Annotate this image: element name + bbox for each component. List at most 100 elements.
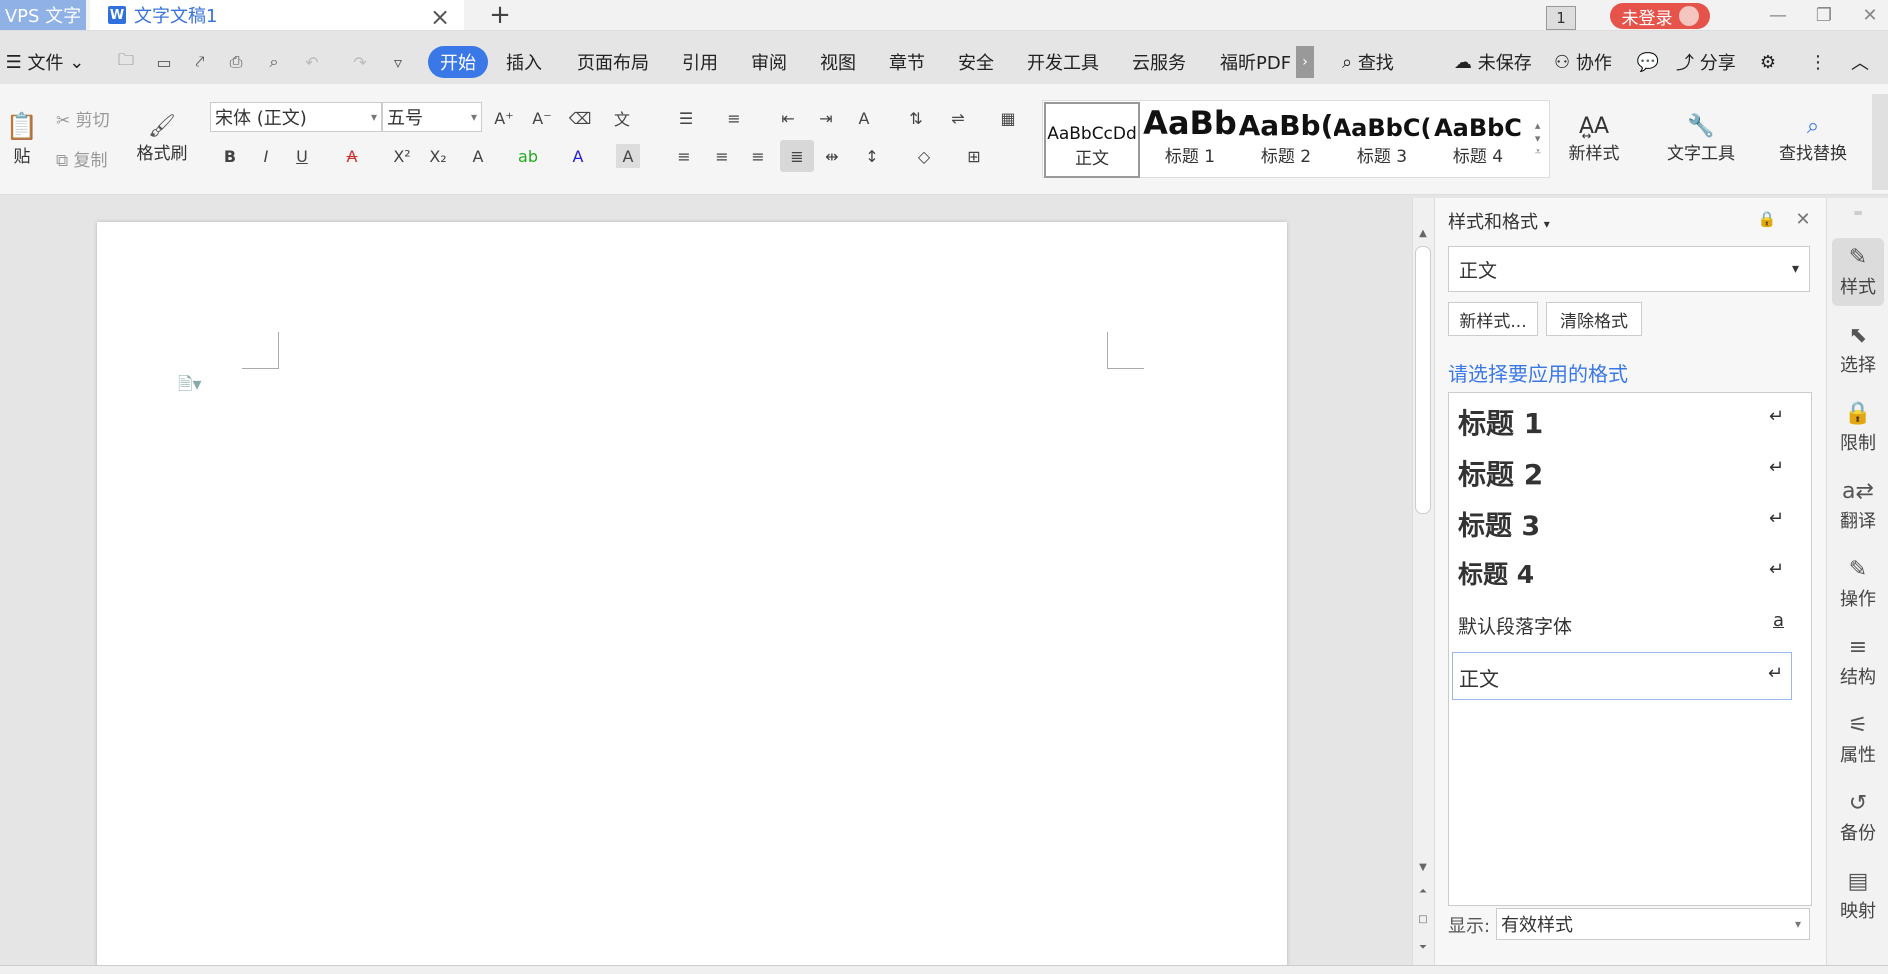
rail-item-properties[interactable]: ⚟ 属性 — [1832, 706, 1884, 774]
tab-app[interactable]: VPS 文字 — [0, 0, 86, 30]
bullet-list-icon[interactable]: ☰ — [674, 106, 698, 130]
tab-foxit-pdf[interactable]: 福昕PDF — [1220, 44, 1291, 80]
underline-icon[interactable]: U — [290, 144, 314, 168]
tab-developer[interactable]: 开发工具 — [1027, 44, 1099, 80]
increase-indent-icon[interactable]: ⇥ — [814, 106, 838, 130]
paragraph-marks-icon[interactable]: ⇌ — [946, 106, 970, 130]
tab-cloud[interactable]: 云服务 — [1132, 44, 1186, 80]
scroll-up-icon[interactable]: ▲ — [1414, 226, 1432, 240]
next-page-icon[interactable]: ⏷ — [1414, 940, 1432, 954]
panel-title[interactable]: 样式和格式 ▾ — [1448, 208, 1550, 234]
ribbon-scroll-right[interactable] — [1872, 94, 1888, 190]
restore-icon[interactable]: ❐ — [1804, 0, 1844, 30]
tab-page-layout[interactable]: 页面布局 — [577, 44, 649, 80]
phonetic-icon[interactable]: 文 — [610, 106, 634, 130]
find-replace-button[interactable]: ⌕ 查找替换 — [1768, 104, 1858, 174]
gallery-style-h4[interactable]: AaBbC 标题 4 — [1430, 102, 1526, 178]
shrink-font-icon[interactable]: A⁻ — [530, 106, 554, 130]
new-style-button[interactable]: A͍A 新样式 — [1554, 104, 1634, 174]
select-browse-icon[interactable]: □ — [1414, 912, 1432, 926]
lock-panel-icon[interactable]: 🔒 — [1756, 208, 1778, 230]
list-item[interactable]: 标题 2 ↵ — [1452, 447, 1792, 495]
rail-item-structure[interactable]: ≡ 结构 — [1832, 628, 1884, 696]
rail-item-operate[interactable]: ✎ 操作 — [1832, 550, 1884, 618]
open-icon[interactable]: 🗀 — [116, 50, 136, 72]
cut-button[interactable]: ✂ 剪切 — [56, 106, 110, 131]
menu-scroll-right-icon[interactable]: › — [1296, 46, 1314, 78]
search-menu[interactable]: ⌕ 查找 — [1342, 44, 1394, 80]
rail-grip-icon[interactable]: ═ — [1844, 206, 1872, 220]
table-border-icon[interactable]: ▦ — [996, 106, 1020, 130]
highlight-icon[interactable]: ab — [516, 144, 540, 168]
close-window-icon[interactable]: ✕ — [1850, 0, 1888, 30]
copy-button[interactable]: ⧉ 复制 — [56, 146, 108, 171]
rail-item-select[interactable]: ⬉ 选择 — [1832, 316, 1884, 384]
gallery-style-h1[interactable]: AaBb 标题 1 — [1142, 102, 1238, 178]
tab-document[interactable]: W 文字文稿1 × — [90, 0, 464, 31]
eraser-icon[interactable]: ⌫ — [568, 106, 592, 130]
rail-item-backup[interactable]: ↺ 备份 — [1832, 784, 1884, 852]
distribute-icon[interactable]: ⇹ — [820, 144, 844, 168]
gear-icon[interactable]: ⚙ — [1756, 44, 1780, 80]
scrollbar-thumb[interactable] — [1415, 246, 1431, 514]
align-center-icon[interactable]: ≡ — [710, 144, 734, 168]
bold-icon[interactable]: B — [218, 144, 242, 168]
font-color-icon[interactable]: A — [566, 144, 590, 168]
decrease-indent-icon[interactable]: ⇤ — [776, 106, 800, 130]
new-style-panel-button[interactable]: 新样式... — [1448, 302, 1538, 336]
tab-insert[interactable]: 插入 — [506, 44, 542, 80]
numbered-list-icon[interactable]: ≡ — [722, 106, 746, 130]
align-right-icon[interactable]: ≡ — [746, 144, 770, 168]
clear-format-button[interactable]: 清除格式 — [1546, 302, 1642, 336]
text-tools-button[interactable]: 🔧 文字工具 — [1656, 104, 1746, 174]
char-spacing-icon[interactable]: A — [852, 106, 876, 130]
text-effect-icon[interactable]: A — [466, 144, 490, 168]
align-left-icon[interactable]: ≡ — [672, 144, 696, 168]
comment-icon[interactable]: 💬 — [1636, 44, 1660, 80]
close-tab-icon[interactable]: × — [430, 3, 450, 31]
list-item-selected[interactable]: 正文 ↵ — [1452, 652, 1792, 700]
more-icon[interactable]: ⋮ — [1808, 44, 1828, 80]
list-item[interactable]: 标题 3 ↵ — [1452, 498, 1792, 546]
subscript-icon[interactable]: X₂ — [426, 144, 450, 168]
export-icon[interactable]: ⤤ — [190, 52, 210, 72]
collapse-ribbon-icon[interactable]: ︿ — [1848, 44, 1872, 80]
undo-icon[interactable]: ↶ — [302, 52, 322, 72]
paragraph-options-icon[interactable]: 🗎▾ — [178, 372, 202, 402]
list-item[interactable]: 标题 1 ↵ — [1452, 396, 1792, 444]
superscript-icon[interactable]: X² — [390, 144, 414, 168]
redo-icon[interactable]: ↷ — [350, 52, 370, 72]
tab-review[interactable]: 审阅 — [751, 44, 787, 80]
rail-item-translate[interactable]: a⇄ 翻译 — [1832, 472, 1884, 540]
tab-references[interactable]: 引用 — [682, 44, 718, 80]
justify-icon[interactable]: ≣ — [780, 140, 814, 172]
customize-icon[interactable]: ▿ — [388, 52, 408, 72]
close-panel-icon[interactable]: ✕ — [1792, 208, 1814, 230]
current-style-select[interactable]: 正文 ▾ — [1448, 246, 1810, 292]
gallery-scroll-icon[interactable]: ▴ ▾ ⩡ — [1530, 102, 1546, 176]
line-spacing-icon[interactable]: ↕ — [860, 144, 884, 168]
tab-view[interactable]: 视图 — [820, 44, 856, 80]
prev-page-icon[interactable]: ⏶ — [1414, 884, 1432, 898]
borders-icon[interactable]: ⊞ — [962, 144, 986, 168]
tab-chapter[interactable]: 章节 — [889, 44, 925, 80]
format-painter-button[interactable]: 🖌 格式刷 — [130, 104, 194, 174]
print-icon[interactable]: ⎙ — [226, 52, 246, 72]
save-icon[interactable]: ▭ — [154, 52, 174, 72]
strikethrough-icon[interactable]: A — [340, 144, 364, 168]
rail-item-style[interactable]: ✎ 样式 — [1832, 238, 1884, 306]
minimize-icon[interactable]: — — [1758, 0, 1798, 30]
list-item[interactable]: 标题 4 ↵ — [1452, 549, 1792, 597]
rail-item-mapping[interactable]: ▤ 映射 — [1832, 862, 1884, 930]
unsaved-status[interactable]: ☁ 未保存 — [1454, 44, 1532, 80]
gallery-style-normal[interactable]: AaBbCcDd 正文 — [1044, 102, 1140, 178]
scroll-down-icon[interactable]: ▼ — [1414, 860, 1432, 874]
window-count-badge[interactable]: 1 — [1546, 6, 1576, 30]
gallery-style-h3[interactable]: AaBbC( 标题 3 — [1334, 102, 1430, 178]
print-preview-icon[interactable]: ⌕ — [264, 52, 284, 72]
font-family-select[interactable]: 宋体 (正文) ▾ — [210, 102, 382, 132]
tab-security[interactable]: 安全 — [958, 44, 994, 80]
collab-button[interactable]: ⚇ 协作 — [1554, 44, 1612, 80]
show-filter-select[interactable]: 有效样式 ▾ — [1496, 908, 1810, 940]
tab-home[interactable]: 开始 — [428, 46, 488, 78]
